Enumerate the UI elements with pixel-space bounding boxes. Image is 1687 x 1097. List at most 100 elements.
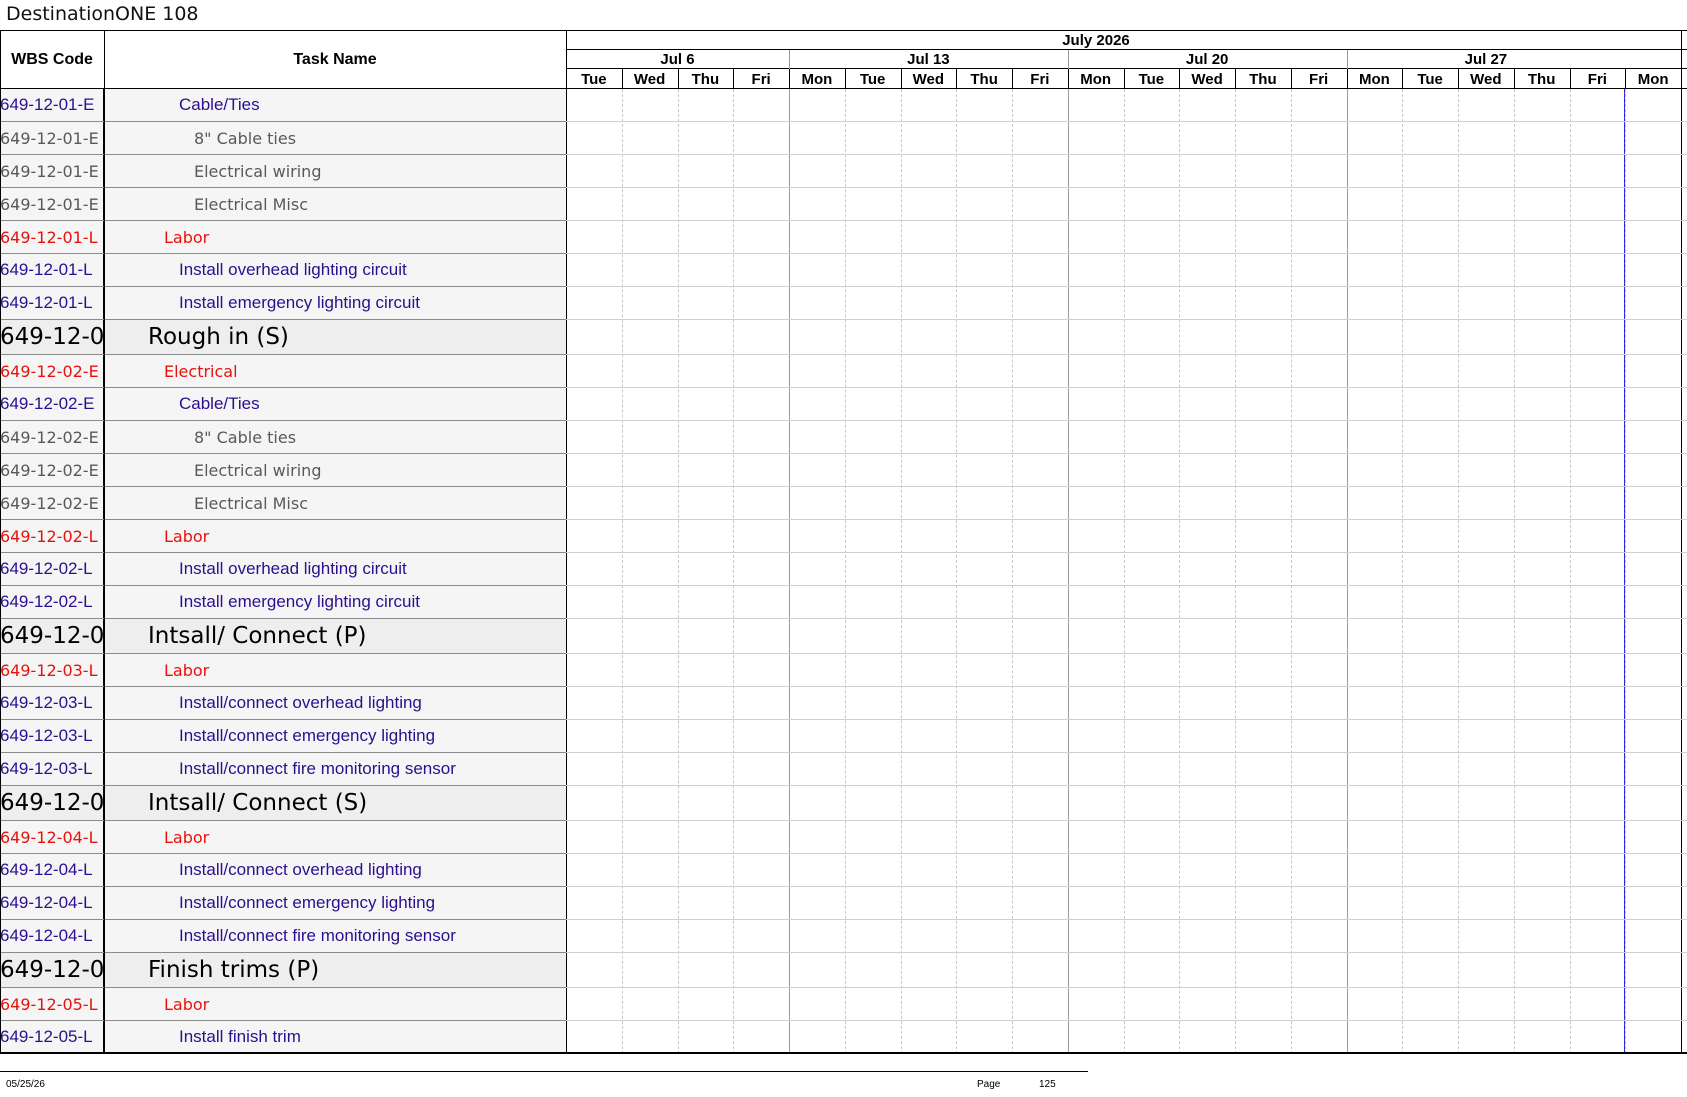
wbs-code: 649-12-02-L <box>0 586 104 618</box>
wbs-code: 649-12-04-L <box>0 887 104 919</box>
summary-row[interactable]: 649-12-02 Rough in (S) <box>0 320 566 355</box>
day-header-divider <box>1458 69 1459 89</box>
day-gridline <box>956 89 958 1054</box>
day-gridline <box>844 89 846 1054</box>
wbs-column-header[interactable]: WBS Code <box>0 30 104 89</box>
task-row[interactable]: 649-12-03-L Install/connect emergency lig… <box>0 720 566 753</box>
wbs-code: 649-12-03-L <box>0 687 104 719</box>
task-row[interactable]: 649-12-04-L Install/connect overhead ligh… <box>0 854 566 887</box>
day-header: Thu <box>1249 70 1277 88</box>
task-name: Install/connect emergency lighting <box>179 893 436 912</box>
day-gridline <box>1179 89 1181 1054</box>
day-header: Wed <box>1470 70 1502 88</box>
task-row[interactable]: 649-12-02-L Install emergency lighting ci… <box>0 586 566 619</box>
task-row[interactable]: 649-12-04-L Labor <box>0 821 566 854</box>
gantt-sheet: WBS Code Task Name July 2026 Jul 6 Jul 13… <box>0 30 1687 1054</box>
task-row[interactable]: 649-12-05-L Labor <box>0 988 566 1021</box>
row-gridline <box>566 420 1687 421</box>
month-header: July 2026 <box>1062 31 1130 49</box>
task-name: Labor <box>164 526 210 546</box>
row-gridline <box>566 354 1687 355</box>
today-line <box>1624 89 1626 1054</box>
row-gridline <box>566 919 1687 920</box>
task-row[interactable]: 649-12-04-L Install/connect emergency lig… <box>0 887 566 920</box>
wbs-code: 649-12-05-L <box>0 1021 104 1053</box>
day-header: Fri <box>1030 70 1050 88</box>
task-row[interactable]: 649-12-01-E Cable/Ties <box>0 89 566 122</box>
day-header: Tue <box>1138 70 1165 88</box>
task-row[interactable]: 649-12-01-L Labor <box>0 221 566 254</box>
task-row[interactable]: 649-12-02-E Cable/Ties <box>0 388 566 421</box>
wbs-code: 649-12-05-L <box>0 988 104 1020</box>
task-row[interactable]: 649-12-02-E Electrical <box>0 355 566 388</box>
day-header: Tue <box>1417 70 1443 88</box>
task-column-header[interactable]: Task Name <box>104 30 566 89</box>
footer-rule <box>0 1071 1088 1072</box>
summary-row[interactable]: 649-12-05 Finish trims (P) <box>0 953 566 988</box>
week-header: Jul 20 <box>1185 51 1229 68</box>
task-name: Finish trims (P) <box>148 957 320 983</box>
task-name: Install emergency lighting circuit <box>179 293 420 312</box>
row-gridline <box>566 187 1687 188</box>
document-title: DestinationONE 108 <box>6 3 199 25</box>
wbs-code: 649-12-02-E <box>0 355 104 387</box>
day-gridline <box>1012 89 1013 1054</box>
task-row[interactable]: 649-12-01-L Install emergency lighting ci… <box>0 287 566 320</box>
wbs-code: 649-12-04 <box>0 786 104 820</box>
task-row[interactable]: 649-12-01-E 0 Electrical wiring <box>0 155 566 188</box>
task-name: Electrical <box>164 361 238 381</box>
task-name: Install overhead lighting circuit <box>179 559 407 578</box>
day-gridline <box>677 89 679 1054</box>
day-gridline <box>1402 89 1404 1054</box>
task-name: 8" Cable ties <box>194 128 297 148</box>
task-row[interactable]: 649-12-04-L Install/connect fire monitori… <box>0 920 566 953</box>
row-gridline <box>566 752 1687 753</box>
body-bottom-rule <box>0 1053 1687 1054</box>
day-header: Tue <box>581 70 607 88</box>
task-name: Electrical Misc <box>194 493 309 513</box>
task-row[interactable]: 649-12-02-L Labor <box>0 520 566 553</box>
wbs-code: 649-12-02-L <box>0 553 104 585</box>
task-name: Install overhead lighting circuit <box>179 260 407 279</box>
row-gridline <box>566 987 1687 988</box>
task-row[interactable]: 649-12-05-L Install finish trim <box>0 1021 566 1054</box>
footer-page-label: Page <box>977 1079 1001 1090</box>
task-row[interactable]: 649-12-01-L Install overhead lighting cir… <box>0 254 566 287</box>
task-name: Install emergency lighting circuit <box>179 592 420 611</box>
day-header: Fri <box>751 70 771 88</box>
day-gridline <box>1513 89 1515 1054</box>
day-gridline <box>733 89 735 1054</box>
task-row[interactable]: 649-12-03-L Labor <box>0 654 566 687</box>
day-header-divider <box>621 69 623 89</box>
task-row[interactable]: 649-12-02-E 0 8" Cable ties <box>0 421 566 454</box>
week-header: Jul 27 <box>1464 51 1508 68</box>
week-header: Jul 6 <box>660 51 695 68</box>
task-name: Labor <box>164 827 210 847</box>
header-bottom-rule <box>0 88 1687 89</box>
task-name: Cable/Ties <box>179 394 260 413</box>
task-row[interactable]: 649-12-02-E 0 Electrical Misc <box>0 487 566 520</box>
task-row[interactable]: 649-12-02-E 0 Electrical wiring <box>0 454 566 487</box>
summary-row[interactable]: 649-12-03 Intsall/ Connect (P) <box>0 619 566 654</box>
wbs-code: 649-12-04-L <box>0 821 104 853</box>
day-gridline <box>1290 89 1292 1054</box>
wbs-code: 649-12-03-L <box>0 654 104 686</box>
task-row[interactable]: 649-12-01-E 0 Electrical Misc <box>0 188 566 221</box>
wbs-code: 649-12-02-E <box>0 388 104 420</box>
day-header: Thu <box>970 70 998 88</box>
task-row[interactable]: 649-12-02-L Install overhead lighting cir… <box>0 553 566 586</box>
day-header: Wed <box>633 70 666 88</box>
wbs-code: 649-12-01-E <box>0 89 104 121</box>
task-row[interactable]: 649-12-03-L Install/connect fire monitori… <box>0 753 566 786</box>
day-gridline <box>1458 89 1459 1054</box>
row-gridline <box>566 220 1687 221</box>
wbs-code: 649-12-01-L <box>0 221 104 253</box>
task-name: Install/connect overhead lighting <box>179 860 422 879</box>
day-header-divider <box>1569 69 1571 89</box>
task-row[interactable]: 649-12-01-E 0 8" Cable ties <box>0 122 566 155</box>
task-name: Labor <box>164 994 210 1014</box>
summary-row[interactable]: 649-12-04 Intsall/ Connect (S) <box>0 786 566 821</box>
day-header-divider <box>956 69 958 89</box>
row-gridline <box>566 820 1687 821</box>
task-row[interactable]: 649-12-03-L Install/connect overhead ligh… <box>0 687 566 720</box>
